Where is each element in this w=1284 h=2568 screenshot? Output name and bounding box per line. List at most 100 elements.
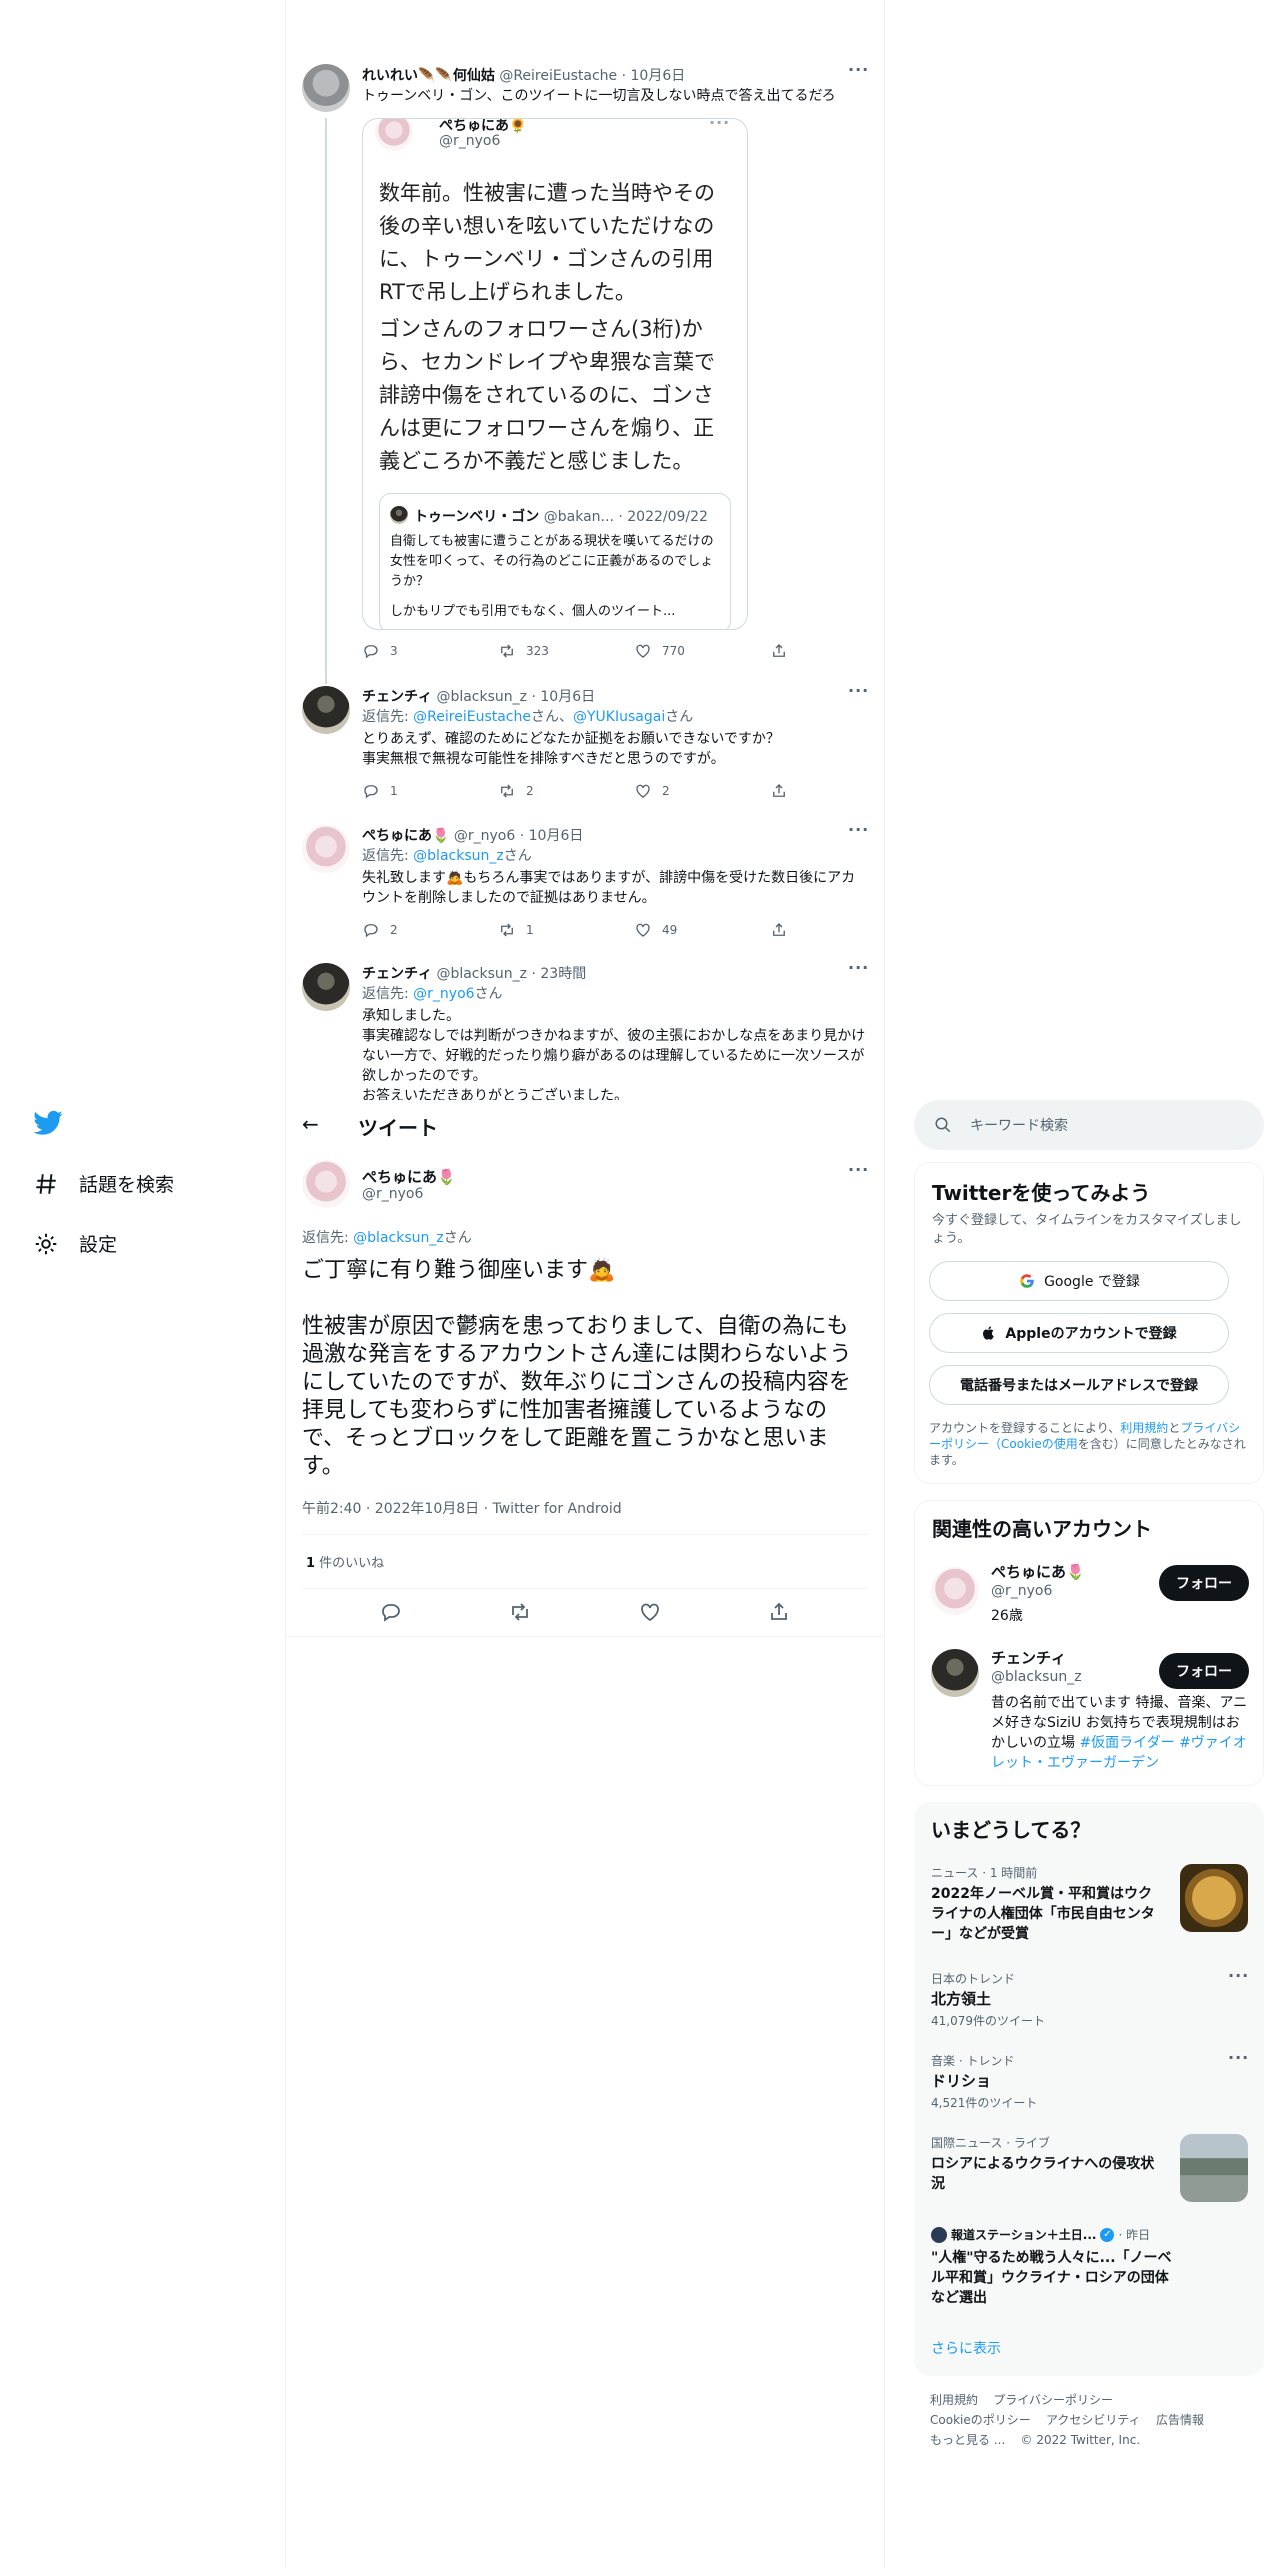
tweet-date[interactable]: 10月6日	[529, 828, 584, 844]
account-name[interactable]: チェンチィ	[991, 1647, 1066, 1668]
search-box[interactable]: キーワード検索	[914, 1100, 1264, 1150]
avatar[interactable]	[302, 686, 350, 734]
more-options-icon[interactable]: ···	[1228, 1966, 1249, 1985]
more-options-icon[interactable]: ···	[848, 958, 869, 977]
quoted-tweet-image[interactable]: ぺちゅにあ🌻 @r_nyo6 ··· 数年前。性被害に遭った当時やその後の辛い想…	[362, 118, 748, 630]
terms-link[interactable]: 利用規約	[1120, 1421, 1168, 1435]
trend-count: 4,521件のツイート	[931, 2096, 1038, 2110]
handle[interactable]: @blacksun_z	[436, 689, 527, 705]
avatar[interactable]	[931, 1649, 979, 1697]
terms-text: アカウントを登録することにより、	[929, 1421, 1121, 1435]
account-bio: 26歳	[991, 1608, 1023, 1624]
trend-title: "人権"守るため戦う人々に...「ノーベル平和賞」ウクライナ・ロシアの団体など選…	[931, 2250, 1172, 2306]
show-more-link[interactable]: さらに表示	[931, 2338, 1001, 2358]
retweet-button[interactable]: 1	[498, 921, 634, 939]
retweet-button[interactable]: 323	[498, 642, 634, 660]
terms-text: と	[1168, 1421, 1181, 1435]
display-name[interactable]: ぺちゅにあ🌷	[362, 828, 449, 844]
reply-to-link[interactable]: @YUKIusagai	[573, 709, 665, 725]
share-icon[interactable]	[767, 1600, 791, 1624]
more-options-icon[interactable]: ···	[848, 1160, 869, 1179]
display-name[interactable]: チェンチィ	[362, 689, 432, 705]
google-signup-button[interactable]: Google で登録	[929, 1261, 1229, 1301]
avatar[interactable]	[302, 963, 350, 1011]
twitter-logo-icon[interactable]	[32, 1110, 64, 1142]
share-button[interactable]	[770, 921, 884, 939]
reply-button[interactable]: 1	[362, 782, 498, 800]
phone-email-signup-button[interactable]: 電話番号またはメールアドレスで登録	[929, 1365, 1229, 1405]
avatar[interactable]	[302, 1160, 350, 1208]
reply-icon	[364, 924, 378, 938]
share-button[interactable]	[770, 782, 884, 800]
main-tweet-text: ご丁寧に有り難う御座います🙇 性被害が原因で鬱病を患っておりまして、自衛の為にも…	[302, 1257, 868, 1481]
trend-title: 北方領土	[931, 1990, 992, 2008]
retweet-icon	[501, 644, 513, 658]
more-options-icon[interactable]: ···	[848, 60, 869, 79]
tweet-text-line: とりあえず、確認のためにどなたか証拠をお願いできないですか？	[362, 731, 780, 747]
like-button[interactable]: 770	[634, 642, 770, 660]
footer-terms-link[interactable]: 利用規約	[930, 2393, 978, 2407]
reply-to-link[interactable]: @r_nyo6	[413, 986, 474, 1002]
more-options-icon[interactable]: ···	[848, 820, 869, 839]
tweet-date[interactable]: 23時間	[540, 966, 586, 982]
footer-cookie-link[interactable]: Cookieのポリシー	[930, 2413, 1031, 2427]
share-icon	[773, 923, 785, 936]
handle[interactable]: @blacksun_z	[436, 966, 527, 982]
handle[interactable]: @r_nyo6	[362, 1186, 423, 1202]
source-avatar	[931, 2226, 947, 2243]
divider	[286, 1636, 884, 1637]
tweet-timestamp[interactable]: 午前2:40 · 2022年10月8日 · Twitter for Androi…	[302, 1498, 622, 1518]
reply-button[interactable]: 2	[362, 921, 498, 939]
reply-to-link[interactable]: @blacksun_z	[353, 1230, 444, 1246]
nav-explore[interactable]: 話題を検索	[33, 1170, 174, 1197]
tweet-text-line: 事実無根で無視な可能性を排除すべきだと思うのですが。	[362, 751, 725, 767]
like-button[interactable]: 2	[634, 782, 770, 800]
handle[interactable]: @r_nyo6	[454, 828, 515, 844]
nav-settings[interactable]: 設定	[33, 1230, 117, 1257]
display-name[interactable]: ぺちゅにあ🌷	[362, 1166, 456, 1187]
reply-suffix: さん	[503, 848, 532, 864]
retweet-icon[interactable]	[508, 1600, 532, 1624]
like-summary[interactable]: 1 件のいいね	[306, 1552, 384, 1571]
avatar[interactable]	[302, 64, 350, 112]
footer-accessibility-link[interactable]: アクセシビリティ	[1046, 2413, 1141, 2427]
more-options-icon[interactable]: ···	[1228, 2048, 1249, 2067]
follow-button[interactable]: フォロー	[1159, 1653, 1249, 1689]
like-button[interactable]: 49	[634, 921, 770, 939]
search-input[interactable]: キーワード検索	[970, 1115, 1068, 1135]
tweet-date[interactable]: 10月6日	[540, 689, 595, 705]
nested-text-2: しかもリプでも引用でもなく、個人のツイート...	[390, 604, 676, 619]
retweet-icon	[501, 923, 513, 937]
avatar[interactable]	[931, 1567, 979, 1615]
footer-privacy-link[interactable]: プライバシーポリシー	[993, 2393, 1113, 2407]
reply-to-link[interactable]: @blacksun_z	[413, 848, 504, 864]
handle[interactable]: @ReireiEustache	[499, 68, 617, 84]
reply-button[interactable]: 3	[362, 642, 498, 660]
more-options-icon[interactable]: ···	[848, 681, 869, 700]
footer-more-link[interactable]: もっと見る ...	[930, 2433, 1005, 2447]
account-handle[interactable]: @blacksun_z	[991, 1669, 1082, 1685]
account-handle[interactable]: @r_nyo6	[991, 1583, 1052, 1599]
display-name[interactable]: チェンチィ	[362, 966, 432, 982]
main-column: ← ツイート ぺちゅにあ🌷 @r_nyo6 ··· 返信先: @blacksun…	[286, 1100, 884, 1700]
tweet-date[interactable]: 10月6日	[631, 68, 686, 84]
account-name[interactable]: ぺちゅにあ🌷	[991, 1561, 1085, 1582]
handle: @r_nyo6	[439, 133, 501, 149]
footer-links: 利用規約 プライバシーポリシー Cookieのポリシー アクセシビリティ 広告情…	[930, 2390, 1260, 2450]
share-button[interactable]	[770, 642, 884, 660]
reply-icon[interactable]	[379, 1600, 403, 1624]
reply-to-link[interactable]: @ReireiEustache	[413, 709, 531, 725]
display-name[interactable]: れいれい🪶🪶何仙姑	[362, 68, 495, 84]
apple-signup-button[interactable]: Appleのアカウントで登録	[929, 1313, 1229, 1353]
tweet-actions: 1 2 2	[362, 782, 884, 800]
heart-icon[interactable]	[638, 1600, 662, 1624]
footer-ads-link[interactable]: 広告情報	[1156, 2413, 1204, 2427]
trend-meta: 日本のトレンド	[931, 1972, 1016, 1986]
retweet-button[interactable]: 2	[498, 782, 634, 800]
follow-button[interactable]: フォロー	[1159, 1565, 1249, 1601]
apple-signup-label: Appleのアカウントで登録	[1005, 1326, 1177, 1342]
avatar[interactable]	[302, 825, 350, 873]
retweet-count: 323	[526, 644, 549, 658]
back-button[interactable]: ←	[302, 1112, 319, 1136]
avatar	[390, 506, 408, 524]
